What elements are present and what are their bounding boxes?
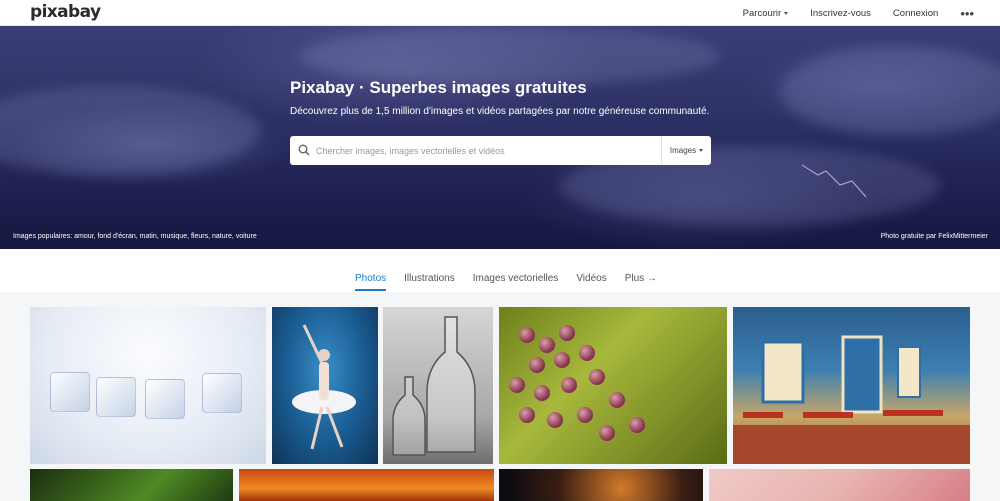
image-sunset[interactable] — [239, 469, 494, 501]
ice-cube-shape — [96, 377, 136, 417]
main-nav: Parcourir Inscrivez-vous Connexion ••• — [721, 0, 974, 26]
image-ice-cubes[interactable] — [30, 307, 266, 464]
image-colorful-street[interactable] — [733, 307, 970, 464]
hero-title: Pixabay · Superbes images gratuites — [290, 78, 587, 97]
grape-shape — [519, 407, 535, 423]
grape-shape — [589, 369, 605, 385]
street-shape — [733, 335, 970, 464]
top-navigation-bar: pixabay Parcourir Inscrivez-vous Connexi… — [0, 0, 1000, 26]
hero-subtitle: Découvrez plus de 1,5 million d'images e… — [290, 106, 710, 117]
media-type-label: Images — [669, 146, 697, 155]
grape-shape — [554, 352, 570, 368]
ballerina-shape — [292, 324, 356, 450]
browse-menu[interactable]: Parcourir — [743, 8, 789, 19]
grape-shape — [609, 392, 625, 408]
browse-label: Parcourir — [742, 7, 782, 19]
ice-cube-shape — [50, 372, 90, 412]
media-tabs-area: Photos Illustrations Images vectorielles… — [0, 249, 1000, 292]
media-tabs: Photos Illustrations Images vectorielles… — [355, 273, 675, 291]
grape-shape — [561, 377, 577, 393]
cloud-shape — [780, 46, 1000, 136]
image-night-lights[interactable] — [499, 469, 703, 501]
tab-photos[interactable]: Photos — [355, 273, 387, 291]
image-flamingos[interactable] — [709, 469, 970, 501]
grape-shape — [629, 417, 645, 433]
tab-videos[interactable]: Vidéos — [576, 273, 606, 291]
grape-shape — [559, 325, 575, 341]
search-bar: Images — [290, 136, 711, 165]
hero-banner: Pixabay · Superbes images gratuites Déco… — [0, 26, 1000, 249]
signup-link[interactable]: Inscrivez-vous — [810, 8, 871, 19]
cloud-shape — [0, 86, 260, 176]
grape-shape — [547, 412, 563, 428]
grape-shape — [577, 407, 593, 423]
tab-more[interactable]: Plus → — [625, 273, 657, 291]
image-basil-leaves[interactable] — [30, 469, 233, 501]
search-input[interactable] — [316, 136, 656, 165]
grape-shape — [519, 327, 535, 343]
bottles-shape — [392, 316, 476, 456]
grape-shape — [539, 337, 555, 353]
ice-cube-shape — [145, 379, 185, 419]
cloud-shape — [300, 26, 720, 86]
photo-credit[interactable]: Photo gratuite par FelixMittermeier — [881, 233, 988, 240]
image-glass-bottles[interactable] — [383, 307, 493, 464]
grape-shape — [579, 345, 595, 361]
popular-images-text: Images populaires: amour, fond d'écran, … — [13, 233, 257, 240]
ice-cube-shape — [202, 373, 242, 413]
login-link[interactable]: Connexion — [893, 8, 938, 19]
search-icon[interactable] — [298, 144, 310, 156]
grape-shape — [509, 377, 525, 393]
grape-shape — [534, 385, 550, 401]
more-icon[interactable]: ••• — [960, 7, 974, 20]
grape-shape — [599, 425, 615, 441]
caret-down-icon — [699, 149, 704, 152]
image-ballerina[interactable] — [272, 307, 378, 464]
lightning-decoration — [801, 164, 867, 198]
media-type-select[interactable]: Images — [661, 136, 711, 165]
image-grapes[interactable] — [499, 307, 727, 464]
grape-shape — [529, 357, 545, 373]
tab-vector-images[interactable]: Images vectorielles — [473, 273, 559, 291]
caret-down-icon — [784, 11, 789, 15]
tab-illustrations[interactable]: Illustrations — [404, 273, 455, 291]
pixabay-logo[interactable]: pixabay — [30, 2, 101, 22]
